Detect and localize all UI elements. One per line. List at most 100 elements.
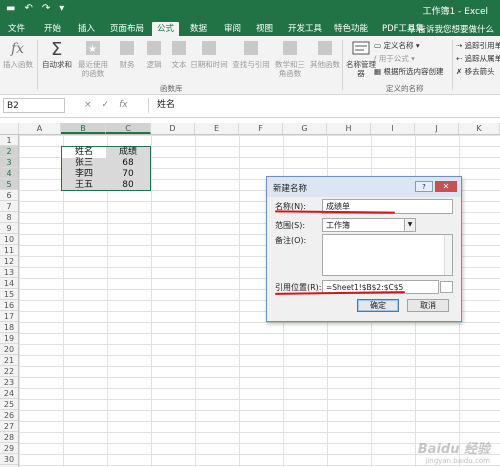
tab-view[interactable]: 视图 bbox=[256, 22, 273, 36]
row-header[interactable]: 13 bbox=[0, 267, 18, 278]
cell-c2[interactable]: 成绩 bbox=[106, 147, 150, 158]
dialog-title-bar[interactable]: 新建名称 ? ✕ bbox=[267, 177, 461, 197]
column-header[interactable]: H bbox=[327, 123, 371, 134]
cell-c5[interactable]: 80 bbox=[106, 180, 150, 191]
cell-b5[interactable]: 王五 bbox=[62, 180, 106, 191]
remove-arrows-button[interactable]: ✗ 移去箭头 bbox=[456, 66, 495, 77]
define-name-button[interactable]: ▭ 定义名称 ▾ bbox=[374, 40, 420, 51]
row-header[interactable]: 14 bbox=[0, 278, 18, 289]
fx-icon[interactable]: fx bbox=[119, 100, 128, 110]
trace-dependents-button[interactable]: ⇠ 追踪从属单 bbox=[456, 53, 500, 64]
column-header[interactable]: J bbox=[415, 123, 459, 134]
math-trig-button[interactable]: 数学和三角函数 bbox=[273, 38, 307, 78]
trace-precedents-button[interactable]: ⇢ 追踪引用单 bbox=[456, 40, 500, 51]
row-header[interactable]: 23 bbox=[0, 377, 18, 388]
row-header[interactable]: 5 bbox=[0, 179, 18, 190]
column-header[interactable]: E bbox=[195, 123, 239, 134]
row-header[interactable]: 30 bbox=[0, 454, 18, 465]
autosum-button[interactable]: Σ 自动求和 bbox=[40, 38, 74, 69]
row-header[interactable]: 27 bbox=[0, 421, 18, 432]
ok-button[interactable]: 确定 bbox=[357, 299, 399, 312]
row-header[interactable]: 29 bbox=[0, 443, 18, 454]
chevron-down-icon[interactable]: ▼ bbox=[404, 219, 415, 231]
row-header[interactable]: 8 bbox=[0, 212, 18, 223]
more-functions-button[interactable]: 其他函数 bbox=[308, 38, 342, 69]
lookup-button[interactable]: 查找与引用 bbox=[230, 38, 272, 69]
row-header[interactable]: 9 bbox=[0, 223, 18, 234]
help-button[interactable]: ? bbox=[415, 181, 433, 192]
cell-b2[interactable]: 姓名 bbox=[62, 147, 106, 158]
svg-text:fx: fx bbox=[10, 41, 24, 57]
column-header[interactable]: D bbox=[151, 123, 195, 134]
tab-special[interactable]: 特色功能 bbox=[334, 22, 368, 36]
row-header[interactable]: 24 bbox=[0, 388, 18, 399]
formula-input[interactable]: 姓名 bbox=[148, 98, 497, 113]
scope-label: 范围(S): bbox=[275, 221, 306, 230]
cell-c3[interactable]: 68 bbox=[106, 158, 150, 169]
tab-developer[interactable]: 开发工具 bbox=[288, 22, 322, 36]
group-defined-names: 定义的名称 bbox=[386, 84, 424, 93]
row-header[interactable]: 10 bbox=[0, 234, 18, 245]
insert-function-button[interactable]: fx 插入函数 bbox=[1, 38, 35, 69]
select-all-corner[interactable] bbox=[0, 123, 19, 134]
use-in-formula-button[interactable]: 𝑓 用于公式 ▾ bbox=[374, 53, 415, 64]
row-header[interactable]: 20 bbox=[0, 344, 18, 355]
scope-select[interactable]: 工作簿 ▼ bbox=[322, 218, 416, 232]
ribbon: fx 插入函数 Σ 自动求和 ★ 最近使用的函数 财务 逻辑 文本 日期和时间 … bbox=[0, 36, 500, 95]
column-header[interactable]: F bbox=[239, 123, 283, 134]
fx-icon: fx bbox=[8, 38, 28, 58]
finance-icon bbox=[117, 38, 137, 58]
column-header[interactable]: G bbox=[283, 123, 327, 134]
tab-review[interactable]: 审阅 bbox=[224, 22, 241, 36]
row-header[interactable]: 6 bbox=[0, 190, 18, 201]
cell-b4[interactable]: 李四 bbox=[62, 169, 106, 180]
tab-file[interactable]: 文件 bbox=[8, 22, 25, 36]
row-header[interactable]: 12 bbox=[0, 256, 18, 267]
lookup-icon bbox=[241, 38, 261, 58]
row-header[interactable]: 16 bbox=[0, 300, 18, 311]
cell-b3[interactable]: 张三 bbox=[62, 158, 106, 169]
collapse-dialog-icon[interactable] bbox=[440, 281, 453, 293]
column-header[interactable]: B bbox=[61, 123, 106, 134]
close-button[interactable]: ✕ bbox=[435, 181, 457, 192]
name-manager-button[interactable]: 名称管理器 bbox=[344, 38, 378, 78]
enter-icon[interactable]: ✓ bbox=[102, 100, 110, 110]
tab-page-layout[interactable]: 页面布局 bbox=[110, 22, 144, 36]
row-header[interactable]: 11 bbox=[0, 245, 18, 256]
textarea-scrollbar[interactable] bbox=[444, 235, 452, 275]
row-header[interactable]: 21 bbox=[0, 355, 18, 366]
create-from-selection-button[interactable]: ▦ 根据所选内容创建 bbox=[374, 66, 443, 77]
comment-textarea[interactable] bbox=[322, 234, 453, 276]
column-header[interactable]: C bbox=[106, 123, 151, 134]
row-header[interactable]: 25 bbox=[0, 399, 18, 410]
row-header[interactable]: 18 bbox=[0, 322, 18, 333]
formula-bar-icons: × ✓ fx bbox=[84, 100, 128, 110]
tab-data[interactable]: 数据 bbox=[190, 22, 207, 36]
column-header[interactable]: K bbox=[459, 123, 500, 134]
column-header[interactable]: A bbox=[19, 123, 61, 134]
tab-formulas[interactable]: 公式 bbox=[152, 22, 180, 36]
row-header[interactable]: 19 bbox=[0, 333, 18, 344]
formula-bar: B2 × ✓ fx 姓名 bbox=[0, 95, 500, 118]
row-header[interactable]: 17 bbox=[0, 311, 18, 322]
calendar-icon bbox=[199, 38, 219, 58]
recent-functions-button[interactable]: ★ 最近使用的函数 bbox=[76, 38, 110, 78]
tab-home[interactable]: 开始 bbox=[44, 22, 61, 36]
row-header[interactable]: 26 bbox=[0, 410, 18, 421]
row-header[interactable]: 15 bbox=[0, 289, 18, 300]
row-header[interactable]: 1 bbox=[0, 135, 18, 146]
cancel-button[interactable]: 取消 bbox=[407, 299, 449, 312]
row-header[interactable]: 4 bbox=[0, 168, 18, 179]
column-header[interactable]: I bbox=[371, 123, 415, 134]
row-header[interactable]: 3 bbox=[0, 157, 18, 168]
cancel-icon[interactable]: × bbox=[84, 100, 92, 110]
tab-insert[interactable]: 插入 bbox=[78, 22, 95, 36]
cell-c4[interactable]: 70 bbox=[106, 169, 150, 180]
row-header[interactable]: 7 bbox=[0, 201, 18, 212]
name-box[interactable]: B2 bbox=[3, 98, 65, 113]
row-header[interactable]: 2 bbox=[0, 146, 18, 157]
row-header[interactable]: 22 bbox=[0, 366, 18, 377]
datetime-button[interactable]: 日期和时间 bbox=[189, 38, 229, 69]
tell-me-search[interactable]: ♀ 告诉我您想要做什么 bbox=[409, 23, 494, 35]
row-header[interactable]: 28 bbox=[0, 432, 18, 443]
